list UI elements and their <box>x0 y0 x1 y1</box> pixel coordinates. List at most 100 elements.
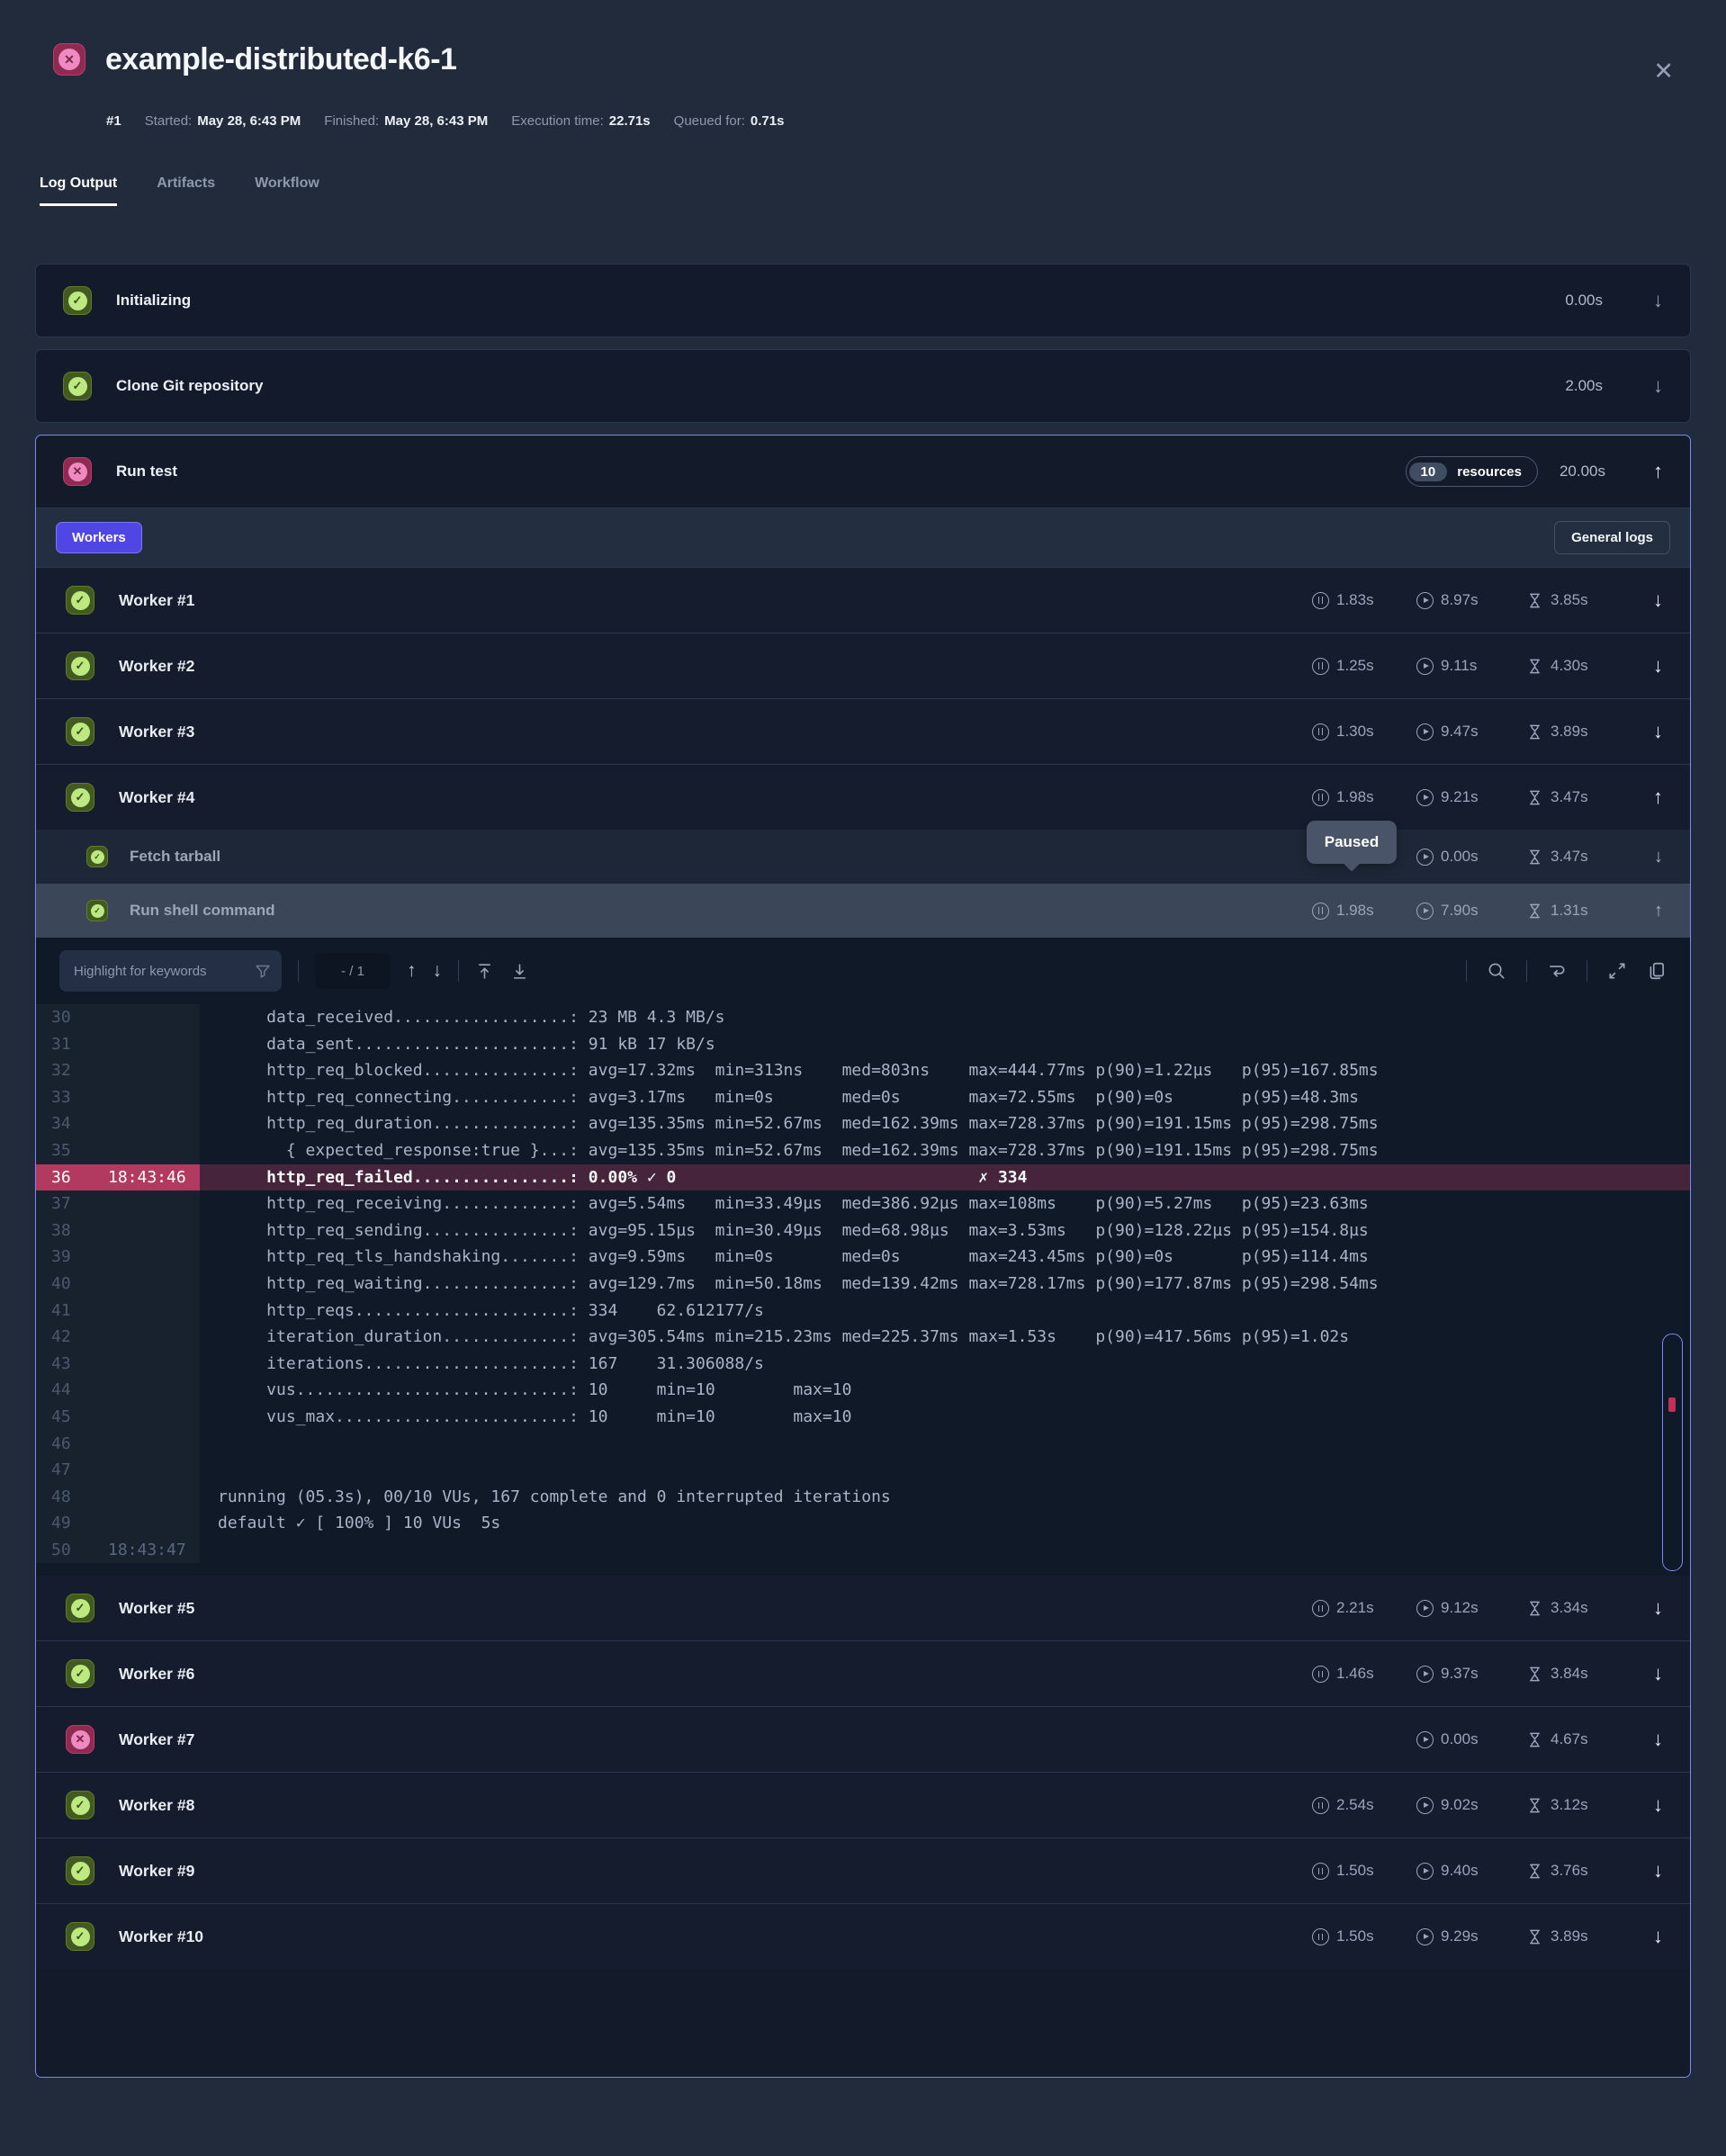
step-initializing[interactable]: Initializing 0.00s <box>35 264 1691 337</box>
log-lines: 30 data_received..................: 23 M… <box>36 1004 1690 1563</box>
log-line: 47 <box>36 1457 1690 1484</box>
waiting-stat: 3.89s <box>1526 1927 1627 1945</box>
line-number: 33 <box>36 1084 94 1111</box>
collapse-arrow-icon[interactable] <box>1627 786 1663 809</box>
expand-arrow-icon[interactable] <box>1627 1662 1663 1685</box>
running-stat: 9.21s <box>1416 788 1526 806</box>
line-number: 42 <box>36 1324 94 1351</box>
run-test-header[interactable]: Run test 10 resources 20.00s <box>36 436 1690 508</box>
line-text: http_req_duration..............: avg=135… <box>200 1110 1690 1137</box>
finished-value: May 28, 6:43 PM <box>384 113 488 129</box>
running-stat: 8.97s <box>1416 591 1526 609</box>
expand-arrow-icon[interactable] <box>1627 1596 1663 1620</box>
play-icon <box>1416 1863 1434 1880</box>
line-number: 50 <box>36 1537 94 1564</box>
step-duration: 20.00s <box>1560 463 1605 481</box>
expand-arrow-icon[interactable] <box>1627 289 1663 312</box>
expand-arrow-icon[interactable] <box>1627 374 1663 398</box>
divider <box>1526 960 1527 982</box>
line-number: 35 <box>36 1137 94 1164</box>
log-line: 37 http_req_receiving.............: avg=… <box>36 1190 1690 1217</box>
tab-log-output[interactable]: Log Output <box>40 175 117 206</box>
line-text: http_req_waiting...............: avg=129… <box>200 1271 1690 1298</box>
waiting-stat: 4.30s <box>1526 657 1627 675</box>
line-text <box>200 1457 1690 1484</box>
scroll-to-top-icon[interactable] <box>475 962 494 981</box>
failed-status-icon <box>63 457 92 486</box>
log-line: 38 http_req_sending...............: avg=… <box>36 1217 1690 1244</box>
next-match-icon[interactable]: ↓ <box>433 960 443 982</box>
substep-run-shell-command[interactable]: Run shell command 1.98s 7.90s 1.31s <box>36 884 1690 938</box>
scroll-to-bottom-icon[interactable] <box>510 962 529 981</box>
waiting-stat: 3.84s <box>1526 1665 1627 1683</box>
log-line: 49default ✓ [ 100% ] 10 VUs 5s <box>36 1510 1690 1537</box>
close-icon[interactable]: ✕ <box>1653 58 1674 85</box>
pause-icon <box>1312 723 1329 741</box>
play-icon <box>1416 789 1434 806</box>
step-clone-git[interactable]: Clone Git repository 2.00s <box>35 349 1691 423</box>
running-stat: 7.90s <box>1416 902 1526 920</box>
log-line: 44 vus............................: 10 m… <box>36 1377 1690 1404</box>
expand-arrow-icon[interactable] <box>1627 847 1663 867</box>
line-timestamp <box>94 1190 200 1217</box>
previous-match-icon[interactable]: ↑ <box>407 960 417 982</box>
line-text: http_reqs......................: 334 62.… <box>200 1298 1690 1325</box>
running-stat: 0.00s <box>1416 1730 1526 1748</box>
collapse-arrow-icon[interactable] <box>1627 901 1663 921</box>
worker-row[interactable]: Worker #5 2.21s 9.12s 3.34s <box>36 1576 1690 1640</box>
wrap-lines-icon[interactable] <box>1547 961 1567 981</box>
worker-row[interactable]: Worker #6 1.46s 9.37s 3.84s <box>36 1640 1690 1706</box>
worker-row[interactable]: Worker #2 1.25s 9.11s 4.30s <box>36 633 1690 698</box>
worker-row-failed[interactable]: Worker #7 0.00s 4.67s <box>36 1706 1690 1772</box>
line-number: 47 <box>36 1457 94 1484</box>
hourglass-icon <box>1526 723 1543 741</box>
line-number: 44 <box>36 1377 94 1404</box>
worker-name: Worker #10 <box>119 1927 203 1946</box>
play-icon <box>1416 903 1434 920</box>
pause-icon <box>1312 1666 1329 1683</box>
keyword-highlight-input[interactable] <box>59 950 282 992</box>
tab-workflow[interactable]: Workflow <box>255 175 319 206</box>
expand-arrow-icon[interactable] <box>1627 720 1663 743</box>
pause-icon <box>1312 1928 1329 1945</box>
failed-status-icon <box>53 43 85 76</box>
log-scrollbar[interactable] <box>1662 1334 1683 1571</box>
step-duration: 0.00s <box>1565 292 1603 310</box>
workers-tab-button[interactable]: Workers <box>56 522 142 553</box>
worker-row[interactable]: Worker #8 2.54s 9.02s 3.12s <box>36 1772 1690 1837</box>
collapse-arrow-icon[interactable] <box>1627 460 1663 483</box>
expand-arrow-icon[interactable] <box>1627 588 1663 612</box>
substep-fetch-tarball[interactable]: Fetch tarball 0.00s 3.47s <box>36 830 1690 884</box>
worker-row[interactable]: Worker #1 1.83s 8.97s 3.85s <box>36 567 1690 633</box>
line-text <box>200 1431 1690 1458</box>
hourglass-icon <box>1526 1863 1543 1880</box>
pause-icon <box>1312 789 1329 806</box>
worker-row[interactable]: Worker #9 1.50s 9.40s 3.76s <box>36 1837 1690 1903</box>
worker-row[interactable]: Worker #10 1.50s 9.29s 3.89s <box>36 1903 1690 1969</box>
general-logs-button[interactable]: General logs <box>1554 521 1670 554</box>
waiting-stat: 4.67s <box>1526 1730 1627 1748</box>
line-timestamp <box>94 1510 200 1537</box>
worker-row-expanded[interactable]: Worker #4 1.98s 9.21s 3.47s <box>36 764 1690 830</box>
line-text: http_req_blocked...............: avg=17.… <box>200 1057 1690 1084</box>
line-number: 36 <box>36 1164 94 1191</box>
line-timestamp <box>94 1244 200 1271</box>
worker-row[interactable]: Worker #3 1.30s 9.47s 3.89s <box>36 698 1690 764</box>
paused-stat: 1.50s <box>1312 1862 1416 1880</box>
expand-arrow-icon[interactable] <box>1627 1793 1663 1817</box>
tab-artifacts[interactable]: Artifacts <box>157 175 215 206</box>
expand-arrow-icon[interactable] <box>1627 1728 1663 1751</box>
log-line: 32 http_req_blocked...............: avg=… <box>36 1057 1690 1084</box>
line-number: 48 <box>36 1484 94 1511</box>
expand-arrow-icon[interactable] <box>1627 1925 1663 1948</box>
queued-value: 0.71s <box>751 113 785 129</box>
expand-arrow-icon[interactable] <box>1627 1859 1663 1882</box>
copy-logs-icon[interactable] <box>1647 961 1667 981</box>
expand-arrow-icon[interactable] <box>1627 654 1663 678</box>
success-status-icon <box>66 1922 94 1951</box>
search-icon[interactable] <box>1487 961 1506 981</box>
worker-name: Worker #2 <box>119 657 194 676</box>
worker-name: Worker #6 <box>119 1665 194 1684</box>
expand-fullscreen-icon[interactable] <box>1607 961 1627 981</box>
line-timestamp <box>94 1271 200 1298</box>
